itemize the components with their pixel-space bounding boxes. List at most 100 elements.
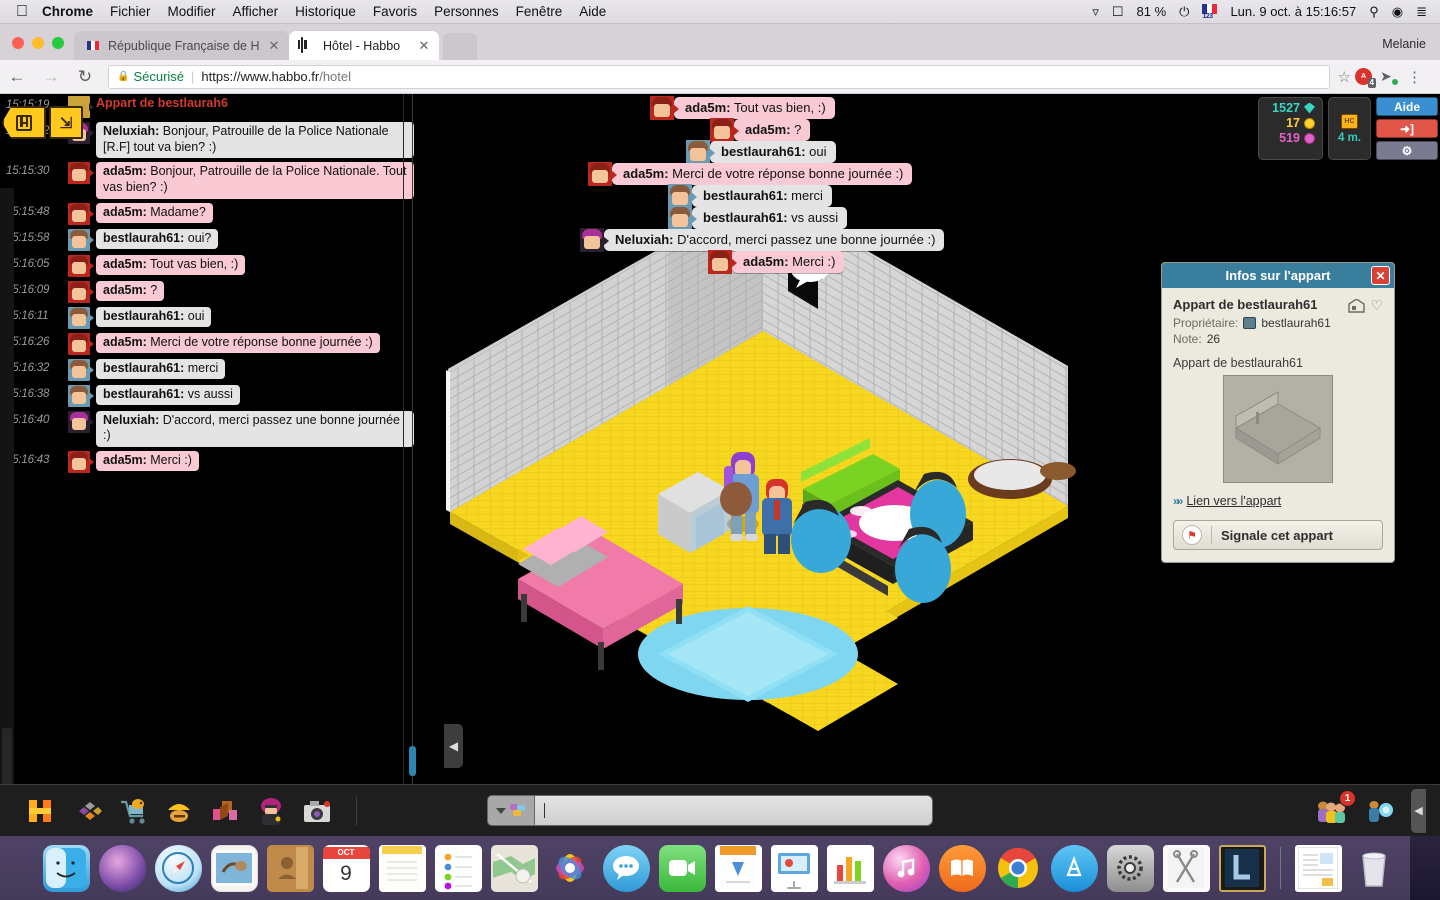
menu-fenetre[interactable]: Fenêtre xyxy=(516,4,563,19)
chat-log-scrollbar[interactable] xyxy=(409,94,416,784)
menu-personnes[interactable]: Personnes xyxy=(434,4,499,19)
bubble-avatar-icon[interactable] xyxy=(588,162,617,186)
chat-avatar-icon[interactable] xyxy=(68,358,94,381)
chrome-menu-icon[interactable]: ⋮ xyxy=(1405,68,1430,86)
currency-panel[interactable]: 1527 17 519 xyxy=(1257,97,1323,160)
chat-input-area[interactable] xyxy=(487,795,933,826)
scrollbar-thumb[interactable] xyxy=(409,746,416,776)
dock-mail-icon[interactable] xyxy=(210,844,258,892)
dock-siri-icon[interactable] xyxy=(98,844,146,892)
close-icon[interactable]: ✕ xyxy=(1371,266,1390,285)
tab-republique-francaise[interactable]: République Française de Habb ✕ xyxy=(74,31,289,60)
close-tab-icon[interactable]: ✕ xyxy=(417,38,431,54)
bubble-avatar-icon[interactable] xyxy=(668,206,697,230)
inventory-furniture-icon[interactable] xyxy=(208,795,242,827)
camera-icon[interactable] xyxy=(300,795,334,827)
bubble-avatar-icon[interactable] xyxy=(668,184,697,208)
menu-modifier[interactable]: Modifier xyxy=(168,4,216,19)
dock-preview-icon[interactable] xyxy=(1162,844,1210,892)
chat-input-field[interactable] xyxy=(535,795,933,826)
back-button-icon[interactable]: ← xyxy=(0,67,34,87)
chat-style-selector[interactable] xyxy=(487,795,535,826)
habbo-logo-icon[interactable] xyxy=(24,795,58,827)
dock-safari-icon[interactable] xyxy=(154,844,202,892)
chat-avatar-icon[interactable] xyxy=(68,332,94,355)
apple-logo-icon[interactable]:  xyxy=(16,3,28,20)
dock-notes-icon[interactable] xyxy=(378,844,426,892)
input-source-flag-icon[interactable]: 123 xyxy=(1202,4,1218,20)
bubble-avatar-icon[interactable] xyxy=(686,140,715,164)
bookmark-star-icon[interactable]: ☆ xyxy=(1338,68,1351,86)
avatar-profile-icon[interactable] xyxy=(254,795,288,827)
dock-league-of-legends-icon[interactable] xyxy=(1218,844,1266,892)
airplay-icon[interactable]: ☐ xyxy=(1112,4,1124,20)
navigator-icon[interactable] xyxy=(70,795,104,827)
house-icon[interactable] xyxy=(1348,297,1366,313)
close-tab-icon[interactable]: ✕ xyxy=(267,38,281,54)
chat-avatar-icon[interactable] xyxy=(68,410,94,433)
dock-numbers-icon[interactable] xyxy=(826,844,874,892)
settings-gear-icon[interactable]: ⚙ xyxy=(1376,141,1438,160)
chat-avatar-icon[interactable] xyxy=(68,254,94,277)
maximize-window-button[interactable] xyxy=(52,37,64,49)
adblock-extension-icon[interactable]: A4 xyxy=(1355,68,1376,88)
spotlight-search-icon[interactable]: ⚲ xyxy=(1369,4,1379,20)
wifi-icon[interactable]: ▿ xyxy=(1092,4,1099,20)
menu-aide[interactable]: Aide xyxy=(579,4,606,19)
extension-icon[interactable]: ➤ xyxy=(1380,68,1398,85)
dock-finder-icon[interactable] xyxy=(42,844,90,892)
room-link[interactable]: Lien vers l'appart xyxy=(1186,494,1281,508)
forward-button-icon[interactable]: → xyxy=(34,67,68,87)
dock-calendar-icon[interactable]: OCT 9 xyxy=(322,844,370,892)
bubble-avatar-icon[interactable] xyxy=(708,250,737,274)
dock-pages-icon[interactable] xyxy=(714,844,762,892)
new-tab-button[interactable] xyxy=(443,33,477,60)
logout-button[interactable]: ➜] xyxy=(1376,119,1438,138)
minimize-window-button[interactable] xyxy=(32,37,44,49)
menu-favoris[interactable]: Favoris xyxy=(373,4,417,19)
report-room-button[interactable]: ⚑ Signale cet appart xyxy=(1173,520,1383,550)
dock-maps-icon[interactable] xyxy=(490,844,538,892)
dock-keynote-icon[interactable] xyxy=(770,844,818,892)
dock-documents-stack-icon[interactable] xyxy=(1294,844,1342,892)
builders-club-icon[interactable] xyxy=(162,795,196,827)
catalog-cart-icon[interactable] xyxy=(116,795,150,827)
chat-avatar-icon[interactable] xyxy=(68,162,94,185)
dock-appstore-icon[interactable] xyxy=(1050,844,1098,892)
dock-facetime-icon[interactable] xyxy=(658,844,706,892)
chat-avatar-icon[interactable] xyxy=(68,450,94,473)
bubble-avatar-icon[interactable] xyxy=(580,228,609,252)
chat-avatar-icon[interactable] xyxy=(68,384,94,407)
dock-trash-icon[interactable] xyxy=(1351,845,1398,892)
toolbar-collapse-icon[interactable]: ◀ xyxy=(1411,788,1426,833)
chrome-profile-name[interactable]: Melanie xyxy=(1382,37,1426,51)
dock-chrome-icon[interactable] xyxy=(995,845,1042,892)
menu-historique[interactable]: Historique xyxy=(295,4,356,19)
tab-hotel-habbo[interactable]: Hôtel - Habbo ✕ xyxy=(289,31,439,60)
chat-avatar-icon[interactable] xyxy=(68,228,94,251)
menu-afficher[interactable]: Afficher xyxy=(233,4,279,19)
help-button[interactable]: Aide xyxy=(1376,97,1438,116)
habbo-home-button[interactable] xyxy=(2,106,46,139)
menubar-clock[interactable]: Lun. 9 oct. à 15:16:57 xyxy=(1230,4,1356,19)
dock-ibooks-icon[interactable] xyxy=(938,844,986,892)
address-bar[interactable]: 🔒 Sécurisé | https://www.habbo.fr/hotel xyxy=(108,64,1330,89)
friend-search-icon[interactable] xyxy=(1363,795,1397,827)
habbo-room-view[interactable]: ada5m: Tout vas bien, :) ada5m: ? bestlaur… xyxy=(418,94,1440,784)
bubble-avatar-icon[interactable] xyxy=(650,96,679,120)
hc-panel[interactable]: HC 4 m. xyxy=(1327,97,1371,160)
chat-avatar-icon[interactable] xyxy=(68,306,94,329)
siri-icon[interactable]: ◉ xyxy=(1392,4,1403,20)
menu-chrome[interactable]: Chrome xyxy=(42,4,93,19)
reload-button-icon[interactable]: ↻ xyxy=(68,67,102,87)
close-window-button[interactable] xyxy=(12,37,24,49)
favorite-heart-icon[interactable]: ♡ xyxy=(1370,297,1383,314)
bubble-avatar-icon[interactable] xyxy=(710,118,739,142)
dock-reminders-icon[interactable] xyxy=(434,844,482,892)
chat-avatar-icon[interactable] xyxy=(68,280,94,303)
menu-fichier[interactable]: Fichier xyxy=(110,4,151,19)
chat-avatar-icon[interactable] xyxy=(68,202,94,225)
chat-log-panel[interactable]: 15:15:19Appart de bestlaurah615:15:22Nel… xyxy=(0,94,418,784)
dock-messages-icon[interactable] xyxy=(602,844,650,892)
dock-contacts-icon[interactable] xyxy=(266,844,314,892)
